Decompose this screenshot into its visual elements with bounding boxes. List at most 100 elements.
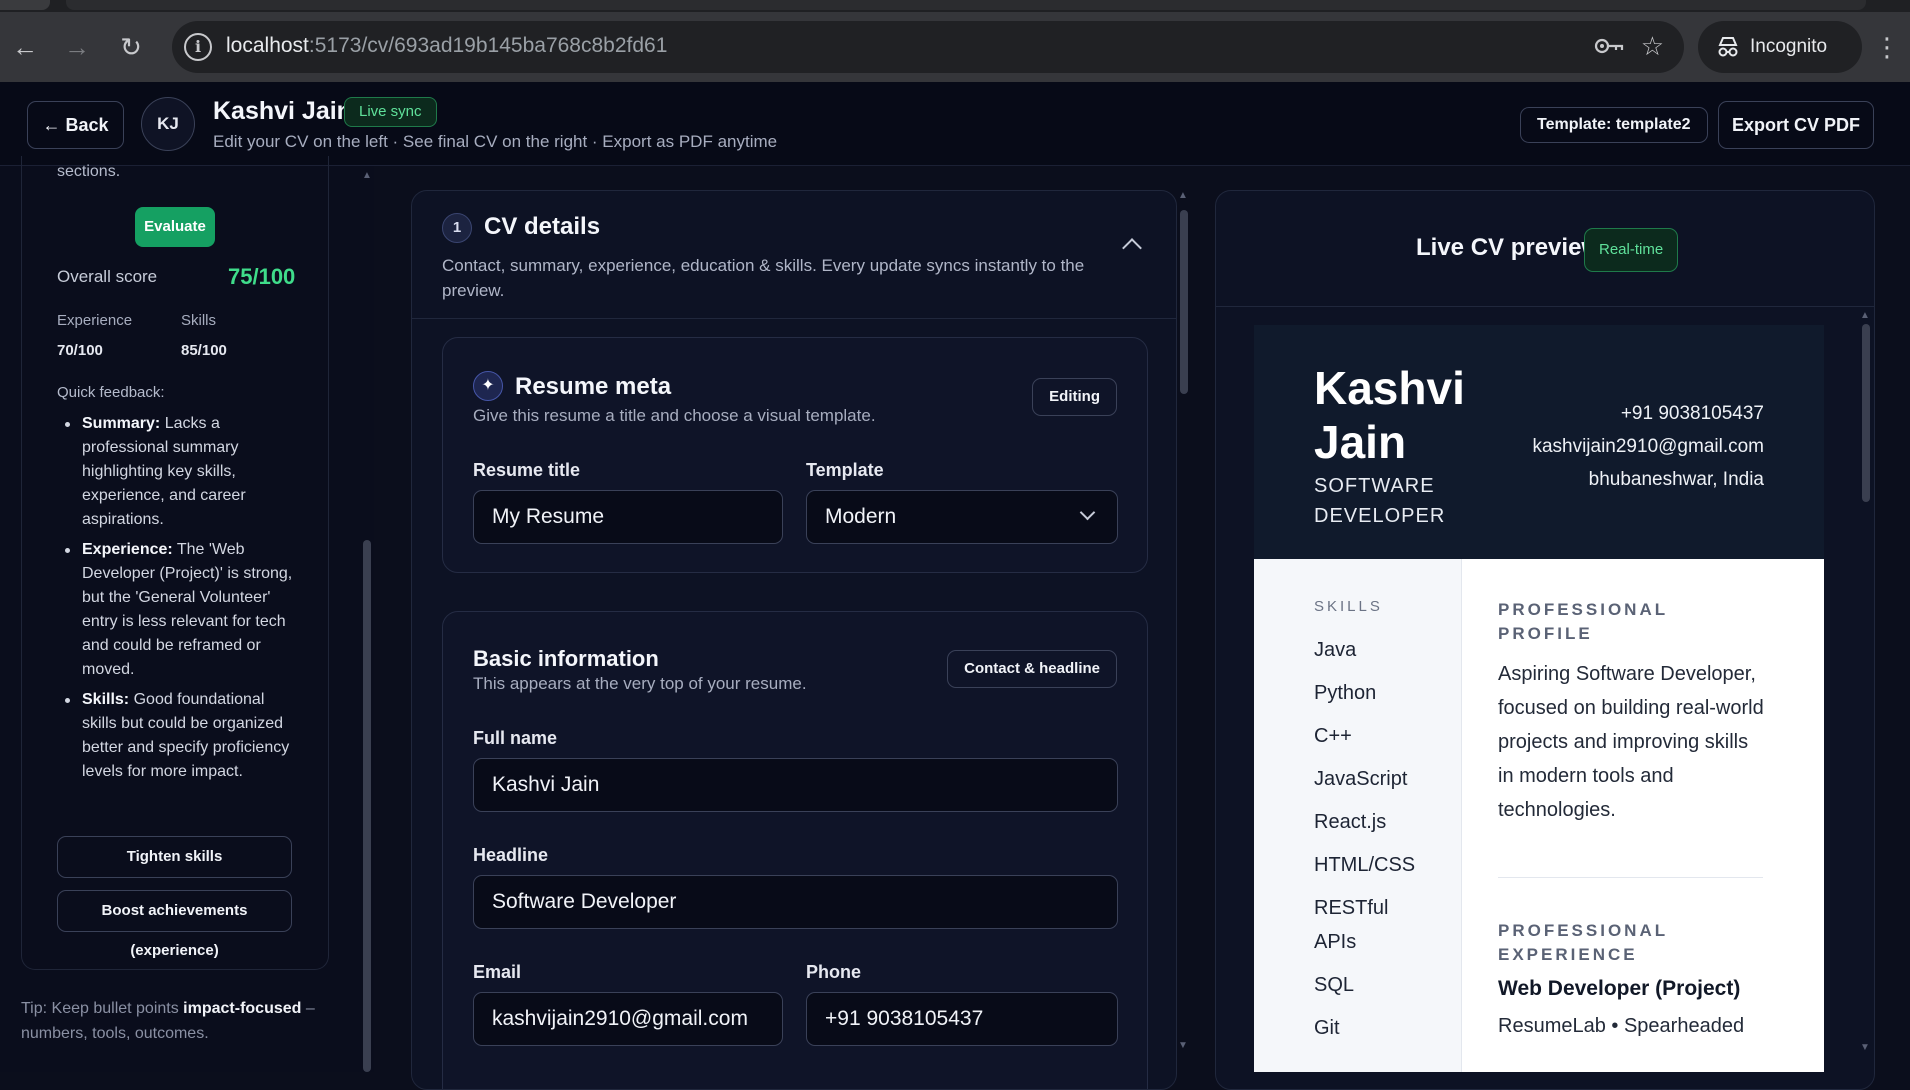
editing-badge: Editing [1032, 378, 1117, 416]
resume-headline: SOFTWARE DEVELOPER [1314, 475, 1446, 527]
basic-info-card: Basic information This appears at the ve… [442, 611, 1148, 1089]
template-select[interactable]: Modern [806, 490, 1118, 544]
skill-item: HTML/CSS [1314, 854, 1416, 876]
skills-score-value: 85/100 [181, 342, 227, 359]
chevron-down-icon [1079, 504, 1096, 521]
export-pdf-button[interactable]: Export CV PDF [1718, 101, 1874, 149]
resume-meta-card: ✦ Resume meta Give this resume a title a… [442, 337, 1148, 573]
email-label: Email [473, 962, 522, 982]
boost-achievements-button[interactable]: Boost achievements (experience) [57, 890, 292, 959]
resume-name: Kashvi Jain [1314, 362, 1465, 468]
sidebar-scrollbar[interactable]: ▲ [362, 170, 372, 1072]
skill-item: React.js [1314, 811, 1387, 833]
quick-feedback-label: Quick feedback: [57, 384, 165, 401]
feedback-item: Summary: Lacks a professional summary hi… [57, 412, 297, 532]
resume-meta-subtitle: Give this resume a title and choose a vi… [473, 406, 876, 425]
scroll-up-arrow-icon[interactable]: ▲ [362, 170, 372, 181]
resume-email: kashvijain2910@gmail.com [1532, 436, 1764, 457]
profile-heading: PROFESSIONAL PROFILE [1498, 600, 1668, 643]
skill-item: SQL [1314, 974, 1355, 996]
feedback-item: Experience: The 'Web Developer (Project)… [57, 538, 297, 682]
tip-prefix: Tip: Keep bullet points [21, 1000, 184, 1017]
browser-tab-active[interactable] [66, 0, 1866, 10]
cv-details-title: CV details [484, 213, 601, 240]
browser-tab[interactable] [0, 0, 50, 10]
resume-title-label: Resume title [473, 460, 581, 480]
resume-skills-column: SKILLS Java Python C++ JavaScript React.… [1254, 559, 1462, 1072]
feedback-title: Skills: [82, 691, 130, 708]
full-name-input[interactable]: Kashvi Jain [473, 758, 1118, 812]
scroll-down-arrow-icon[interactable]: ▼ [1178, 1040, 1188, 1051]
bookmark-star-icon[interactable]: ☆ [1641, 31, 1664, 62]
scrollbar-thumb[interactable] [1862, 324, 1870, 502]
preview-scrollbar[interactable]: ▲ ▼ [1860, 310, 1872, 1054]
phone-input[interactable]: +91 9038105437 [806, 992, 1118, 1046]
feedback-list: Summary: Lacks a professional summary hi… [57, 412, 297, 790]
forward-arrow-icon[interactable]: → [62, 32, 92, 62]
skill-item: C++ [1314, 725, 1352, 747]
feedback-title: Summary: [82, 415, 161, 432]
email-input[interactable]: kashvijain2910@gmail.com [473, 992, 783, 1046]
avatar: KJ [141, 97, 195, 151]
tip-emphasis: impact-focused [183, 1000, 302, 1017]
skill-item: Java [1314, 639, 1357, 661]
address-bar[interactable]: i localhost:5173/cv/693ad19b145ba768c8b2… [172, 21, 1684, 73]
full-name-label: Full name [473, 728, 558, 748]
back-button[interactable]: ← Back [27, 101, 124, 149]
headline-input[interactable]: Software Developer [473, 875, 1118, 929]
reload-icon[interactable]: ↻ [116, 32, 146, 62]
user-name: Kashvi Jain [213, 97, 352, 125]
tip-text: Tip: Keep bullet points impact-focused –… [21, 996, 331, 1046]
evaluate-button[interactable]: Evaluate [135, 207, 215, 247]
incognito-label: Incognito [1750, 36, 1828, 57]
browser-tab-strip [0, 0, 1910, 12]
cv-details-panel: 1 CV details Contact, summary, experienc… [411, 190, 1177, 1090]
collapse-chevron-icon[interactable] [1122, 238, 1142, 258]
skills-score-label: Skills [181, 312, 217, 329]
scroll-up-arrow-icon[interactable]: ▲ [1178, 190, 1188, 201]
skill-item: RESTful APIs [1314, 897, 1389, 953]
browser-menu-icon[interactable]: ⋮ [1874, 32, 1900, 62]
template-select-value: Modern [825, 505, 897, 528]
profile-text: Aspiring Software Developer, focused on … [1498, 663, 1764, 821]
skills-list: Java Python C++ JavaScript React.js HTML… [1314, 633, 1434, 1054]
headline-label: Headline [473, 845, 549, 865]
preview-title: Live CV preview [1416, 234, 1601, 261]
experience-score-value: 70/100 [57, 342, 103, 359]
app-header: ← Back KJ Kashvi Jain Live sync Edit you… [0, 82, 1910, 166]
scroll-down-arrow-icon[interactable]: ▼ [1860, 1042, 1870, 1053]
basic-info-title: Basic information [473, 646, 659, 671]
skill-item: JavaScript [1314, 768, 1408, 790]
editor-scrollbar[interactable]: ▲ ▼ [1178, 190, 1190, 1052]
sparkle-icon: ✦ [473, 371, 503, 401]
scrollbar-thumb[interactable] [363, 540, 371, 1072]
cv-details-description: Contact, summary, experience, education … [442, 256, 1085, 300]
resume-meta-title: Resume meta [515, 373, 672, 400]
job-subtitle: ResumeLab • Spearheaded [1498, 1015, 1745, 1037]
incognito-indicator[interactable]: Incognito [1698, 21, 1862, 73]
scrollbar-thumb[interactable] [1180, 210, 1188, 394]
live-sync-badge: Live sync [344, 97, 437, 127]
step-number: 1 [442, 213, 472, 243]
incognito-icon [1716, 35, 1740, 64]
feedback-title: Experience: [82, 541, 173, 558]
resume-title-input[interactable]: My Resume [473, 490, 783, 544]
phone-label: Phone [806, 962, 862, 982]
resume-contact: +91 9038105437 kashvijain2910@gmail.com … [1532, 397, 1764, 496]
template-label: Template [806, 460, 884, 480]
back-arrow-icon[interactable]: ← [10, 32, 40, 62]
tighten-skills-button[interactable]: Tighten skills [57, 836, 292, 878]
header-subtitle: Edit your CV on the left · See final CV … [213, 132, 778, 151]
resume-phone: +91 9038105437 [1620, 403, 1764, 424]
cv-details-header[interactable]: 1 CV details Contact, summary, experienc… [412, 191, 1176, 319]
experience-score-label: Experience [57, 312, 133, 329]
skill-item: Git [1314, 1017, 1340, 1039]
scroll-up-arrow-icon[interactable]: ▲ [1860, 310, 1870, 321]
url-text[interactable]: localhost:5173/cv/693ad19b145ba768c8b2fd… [226, 34, 667, 58]
resume-document: Kashvi Jain SOFTWARE DEVELOPER +91 90381… [1254, 325, 1824, 1072]
preview-header: Live CV preview Real-time [1216, 191, 1874, 307]
password-key-icon[interactable] [1594, 35, 1624, 62]
sections-text: sections. [57, 163, 121, 180]
template-button[interactable]: Template: template2 [1520, 107, 1708, 143]
site-info-icon[interactable]: i [184, 33, 212, 61]
